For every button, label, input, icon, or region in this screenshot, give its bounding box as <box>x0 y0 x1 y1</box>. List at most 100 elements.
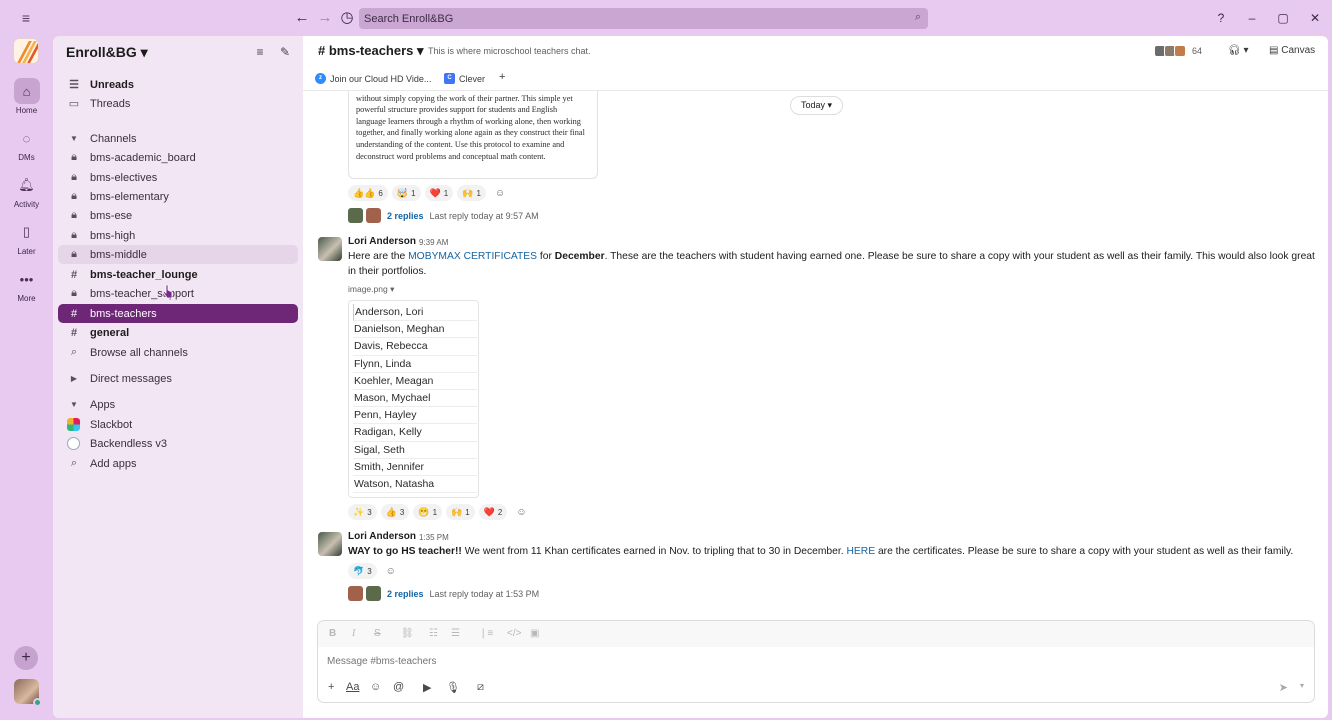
forward-arrow-icon[interactable]: → <box>316 9 334 27</box>
message-timestamp[interactable]: 1:35 PM <box>419 533 449 542</box>
reaction-pill[interactable]: 👍 3 <box>380 504 410 520</box>
add-reaction-icon[interactable]: ☺︎ <box>490 185 510 201</box>
sidebar-item-add-apps[interactable]: ⌕ Add apps <box>58 454 298 473</box>
back-arrow-icon[interactable]: ← <box>293 9 311 27</box>
sidebar-item-bms-electives[interactable]: 🔒︎ bms-electives <box>58 168 298 187</box>
sidebar-item-bms-teachers[interactable]: # bms-teachers <box>58 304 298 323</box>
reaction-pill[interactable]: 👍👍 6 <box>348 185 388 201</box>
rail-home[interactable]: ⌂ Home <box>0 78 53 115</box>
send-icon[interactable]: ➤ <box>1279 681 1288 694</box>
channels-section-header[interactable]: ▼ Channels <box>58 129 298 148</box>
code-icon[interactable]: </> <box>507 628 521 639</box>
slash-command-icon[interactable]: ⧄ <box>477 681 484 694</box>
add-reaction-icon[interactable]: ☺︎ <box>381 563 401 579</box>
author-avatar[interactable] <box>318 237 342 261</box>
hamburger-menu-icon[interactable]: ≡ <box>18 10 34 26</box>
close-icon[interactable]: ✕ <box>1306 9 1324 27</box>
channel-title[interactable]: # bms-teachers ▾ <box>318 43 424 59</box>
bold-icon[interactable]: B <box>329 628 336 639</box>
sidebar-item-label: general <box>90 326 130 339</box>
sidebar-item-bms-ese[interactable]: 🔒︎ bms-ese <box>58 206 298 225</box>
bookmark-zoom[interactable]: z Join our Cloud HD Vide... <box>315 73 431 84</box>
sidebar-item-backendless[interactable]: Backendless v3 <box>58 434 298 453</box>
table-row: Danielson, Meghan <box>353 321 477 339</box>
sidebar-item-bms-high[interactable]: 🔒︎ bms-high <box>58 226 298 245</box>
strikethrough-icon[interactable]: S <box>374 628 381 639</box>
add-reaction-icon[interactable]: ☺︎ <box>511 504 531 520</box>
thread-summary[interactable]: 2 replies Last reply today at 1:53 PM <box>348 586 539 601</box>
add-bookmark-button[interactable]: + <box>499 71 505 83</box>
dms-section-header[interactable]: ▶ Direct messages <box>58 369 298 388</box>
microphone-icon[interactable]: 🎙︎ <box>446 681 460 694</box>
reaction-pill[interactable]: 🐬 3 <box>348 563 377 579</box>
search-bar[interactable]: Search Enroll&BG ⌕ <box>359 8 928 29</box>
filter-icon[interactable]: ≡ <box>252 44 268 60</box>
workspace-logo[interactable] <box>13 38 39 64</box>
replies-link[interactable]: 2 replies <box>387 211 424 221</box>
reaction-pill[interactable]: 😁 1 <box>413 504 443 520</box>
sidebar-item-bms-teacher-support[interactable]: 🔒︎ bms-teacher_support <box>58 284 298 303</box>
thread-summary[interactable]: 2 replies Last reply today at 9:57 AM <box>348 208 539 223</box>
reaction-pill[interactable]: ✨ 3 <box>348 504 377 520</box>
message-timestamp[interactable]: 9:39 AM <box>419 238 448 247</box>
sidebar-item-bms-elementary[interactable]: 🔒︎ bms-elementary <box>58 187 298 206</box>
rail-dms[interactable]: ◌ DMs <box>0 125 53 163</box>
mobymax-link[interactable]: MOBYMAX CERTIFICATES <box>408 251 537 262</box>
bookmark-clever[interactable]: C Clever <box>444 73 485 84</box>
blockquote-icon[interactable]: ❘≡ <box>479 628 493 639</box>
maximize-icon[interactable]: ▢ <box>1274 9 1292 27</box>
create-new-button[interactable]: + <box>14 646 38 670</box>
image-filename[interactable]: image.png ▾ <box>348 284 394 295</box>
huddle-headphones-icon[interactable]: 🎧︎ ▾ <box>1228 42 1249 60</box>
video-icon[interactable]: ▶︎ <box>423 681 431 694</box>
attached-document-image[interactable]: students compare their understanding of … <box>348 91 598 179</box>
sidebar-item-slackbot[interactable]: Slackbot <box>58 415 298 434</box>
sidebar-item-bms-academic-board[interactable]: 🔒︎ bms-academic_board <box>58 148 298 167</box>
reaction-pill[interactable]: ❤️ 1 <box>424 185 454 201</box>
replies-link[interactable]: 2 replies <box>387 589 424 599</box>
message-author[interactable]: Lori Anderson <box>348 236 416 247</box>
certificate-names-image[interactable]: Anderson, Lori Danielson, Meghan Davis, … <box>348 300 479 499</box>
workspace-name[interactable]: Enroll&BG ▾ <box>66 44 148 61</box>
italic-icon[interactable]: I <box>352 628 355 639</box>
emoji-icon[interactable]: ☺︎ <box>370 681 381 693</box>
plus-icon[interactable]: + <box>328 681 334 693</box>
reaction-pill[interactable]: 🙌 1 <box>446 504 475 520</box>
user-avatar[interactable] <box>14 679 42 707</box>
message-input[interactable] <box>327 656 1227 667</box>
ordered-list-icon[interactable]: ☷ <box>429 628 438 639</box>
sidebar-item-browse-channels[interactable]: ⌕ Browse all channels <box>58 343 298 362</box>
bulleted-list-icon[interactable]: ☰ <box>451 628 460 639</box>
members-button[interactable]: 64 <box>1154 41 1214 61</box>
compose-icon[interactable]: ✎ <box>277 44 293 60</box>
reaction-pill[interactable]: 🙌 1 <box>457 185 486 201</box>
rail-more[interactable]: ••• More <box>0 266 53 304</box>
link-icon[interactable]: ⛓︎ <box>401 628 414 639</box>
code-block-icon[interactable]: ▣ <box>530 628 539 639</box>
sidebar-item-bms-teacher-lounge[interactable]: # bms-teacher_lounge <box>58 265 298 284</box>
sidebar-item-general[interactable]: # general <box>58 323 298 342</box>
sidebar-item-threads[interactable]: ▭ Threads <box>58 94 298 113</box>
formatting-toggle-icon[interactable]: Aa <box>346 681 359 693</box>
history-icon[interactable]: ◷ <box>338 9 356 27</box>
help-icon[interactable]: ? <box>1212 9 1230 27</box>
canvas-button[interactable]: ▤ Canvas <box>1269 42 1315 60</box>
sidebar-item-unreads[interactable]: ☰ Unreads <box>58 75 298 94</box>
rail-activity[interactable]: 🔔︎ Activity <box>0 172 53 209</box>
caret-down-icon: ▼ <box>70 134 78 143</box>
date-divider-today[interactable]: Today ▾ <box>790 96 843 115</box>
apps-section-header[interactable]: ▼ Apps <box>58 395 298 414</box>
reaction-pill[interactable]: ❤️ 2 <box>478 504 508 520</box>
member-count: 64 <box>1192 46 1203 56</box>
message-author[interactable]: Lori Anderson <box>348 531 416 542</box>
author-avatar[interactable] <box>318 532 342 556</box>
rail-later[interactable]: ▯ Later <box>0 219 53 256</box>
minimize-icon[interactable]: – <box>1243 9 1261 27</box>
send-options-chevron-icon[interactable]: ▾ <box>1300 681 1304 690</box>
reaction-pill[interactable]: 🤯 1 <box>391 185 421 201</box>
rail-home-label: Home <box>15 106 38 115</box>
mention-icon[interactable]: @ <box>393 681 404 693</box>
search-icon[interactable]: ⌕ <box>915 11 921 24</box>
here-link[interactable]: HERE <box>846 546 875 557</box>
sidebar-item-bms-middle[interactable]: 🔒︎ bms-middle <box>58 245 298 264</box>
